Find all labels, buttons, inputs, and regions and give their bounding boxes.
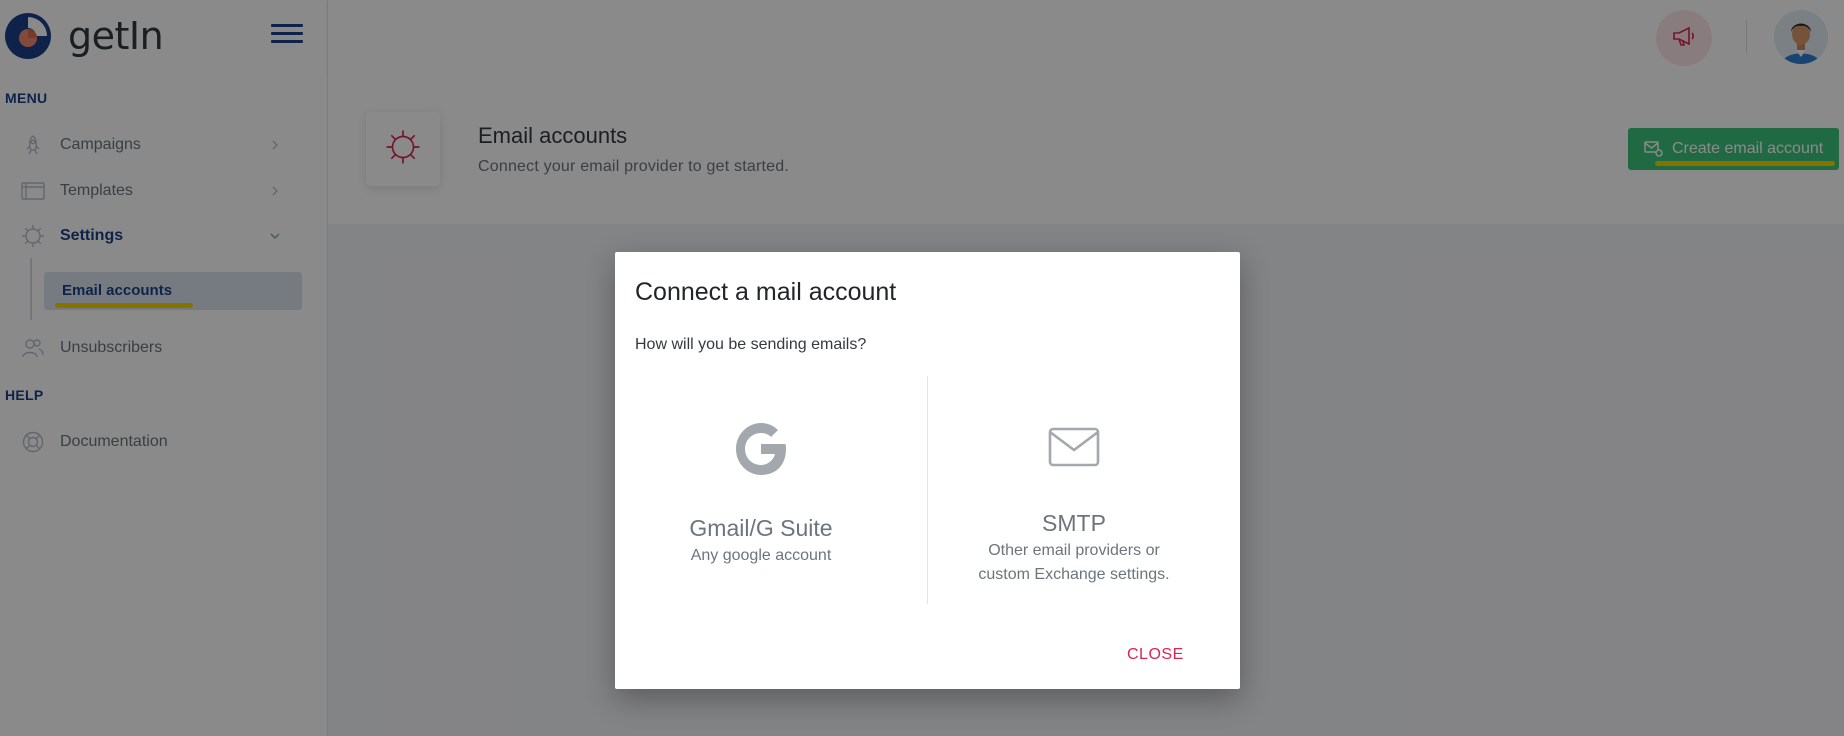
envelope-icon (928, 426, 1220, 468)
connect-mail-account-dialog: Connect a mail account How will you be s… (615, 252, 1240, 689)
gmail-option[interactable]: Gmail/G Suite Any google account (615, 376, 907, 602)
smtp-option[interactable]: SMTP Other email providers or custom Exc… (928, 376, 1220, 602)
close-button[interactable]: CLOSE (1127, 646, 1184, 664)
gmail-option-description: Any google account (690, 547, 832, 564)
gmail-option-title: Gmail/G Suite (689, 515, 833, 541)
modal-title: Connect a mail account (635, 278, 897, 306)
modal-question: How will you be sending emails? (635, 336, 867, 353)
google-icon (615, 420, 907, 478)
smtp-option-title: SMTP (1042, 510, 1106, 536)
smtp-option-description: Other email providers or custom Exchange… (978, 542, 1170, 583)
